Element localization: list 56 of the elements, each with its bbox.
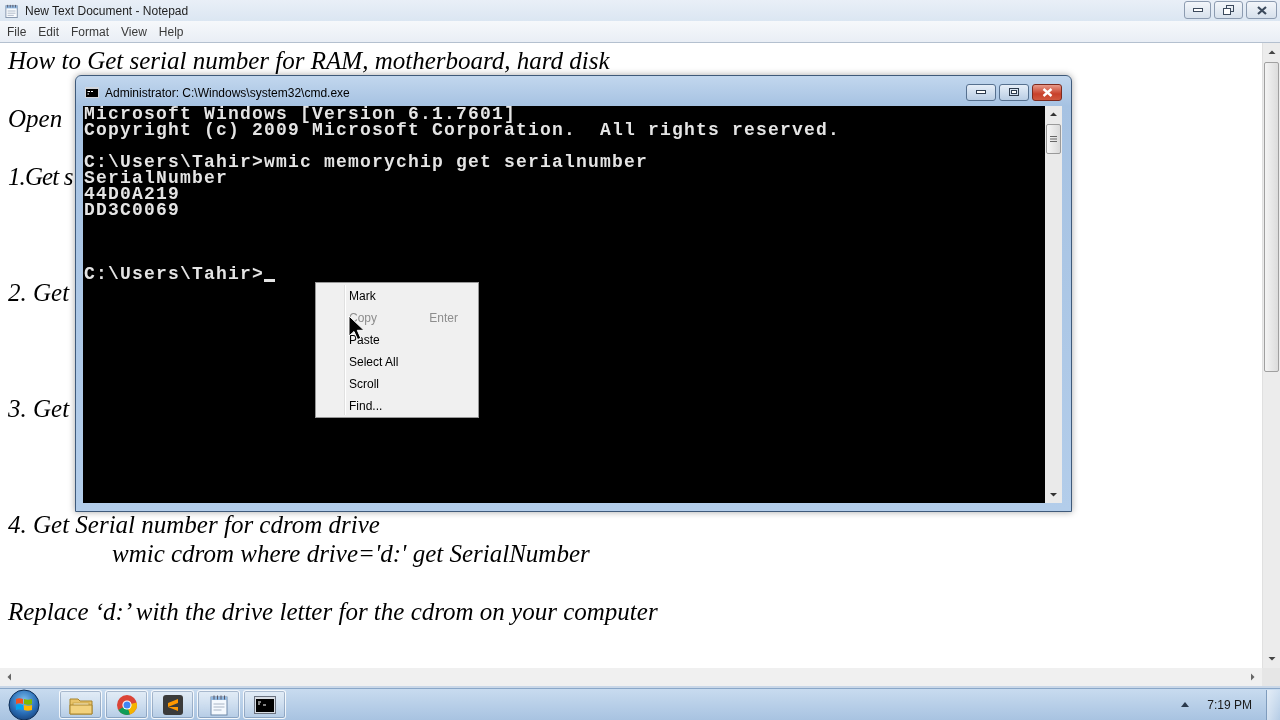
- console-line: SerialNumber: [84, 170, 229, 186]
- scroll-thumb[interactable]: [1046, 124, 1061, 154]
- restore-icon: [1223, 5, 1234, 15]
- console-line: Copyright (c) 2009 Microsoft Corporation. All rights reserved.: [84, 122, 841, 138]
- menu-item[interactable]: View: [115, 22, 153, 41]
- menu-item[interactable]: Format: [65, 22, 116, 41]
- command-text: wmic cdrom where drive='d:' get SerialNumber: [112, 541, 590, 566]
- clock[interactable]: 7:19 PM: [1207, 697, 1252, 712]
- vertical-scrollbar[interactable]: [1045, 106, 1062, 503]
- close-icon: [1041, 87, 1053, 97]
- minimize-button[interactable]: [966, 83, 996, 101]
- restore-button[interactable]: [1214, 1, 1243, 19]
- menu-item[interactable]: Help: [152, 22, 190, 41]
- close-icon: [1256, 5, 1267, 15]
- text-line: 3. Get: [8, 396, 70, 421]
- notepad-icon: [208, 693, 229, 716]
- taskbar-button[interactable]: [243, 690, 286, 719]
- text-line: 4. Get Serial number for cdrom drive: [8, 512, 380, 537]
- menu-item[interactable]: Paste: [318, 329, 476, 351]
- taskbar-button[interactable]: [151, 690, 194, 719]
- console-icon: [85, 87, 99, 98]
- terminal-icon: [253, 695, 276, 714]
- maximize-icon: [1009, 88, 1019, 96]
- minimize-button[interactable]: [1184, 1, 1211, 19]
- ring-logo-icon: [115, 693, 138, 716]
- text-line: 2. Get: [8, 280, 70, 305]
- vertical-scrollbar[interactable]: [1262, 43, 1280, 668]
- console-line: Microsoft Windows [Version 6.1.7601]: [84, 106, 517, 122]
- scrollbar-corner: [1262, 668, 1280, 686]
- text-line: 1.Get s: [8, 164, 73, 189]
- console-line: 44D0A219: [84, 186, 180, 202]
- console-line: C:\Users\Tahir>wmic memorychip get serialnumber: [84, 154, 649, 170]
- text-line: Open: [8, 106, 63, 131]
- menu-item[interactable]: Select All: [318, 351, 476, 373]
- menu-item[interactable]: Mark: [318, 285, 476, 307]
- text-line: How to Get serial number for RAM, motherboard, hard disk: [8, 48, 610, 73]
- grip-icon: [1050, 136, 1057, 142]
- window-title: New Text Document - Notepad: [25, 3, 189, 18]
- app-tile-icon: [161, 693, 184, 716]
- menu-item[interactable]: Edit: [32, 22, 66, 41]
- console-prompt: C:\Users\Tahir>: [84, 266, 265, 282]
- up-triangle-icon[interactable]: [1181, 702, 1190, 707]
- window-title: Administrator: C:\Windows\system32\cmd.exe: [105, 85, 350, 100]
- scroll-thumb[interactable]: [1264, 62, 1279, 372]
- close-button[interactable]: [1246, 1, 1277, 19]
- menu-item[interactable]: Scroll: [318, 373, 476, 395]
- menu-item[interactable]: Find...: [318, 395, 476, 417]
- minimize-icon: [976, 90, 986, 94]
- maximize-button[interactable]: [999, 83, 1029, 101]
- horizontal-scrollbar[interactable]: [0, 668, 1262, 686]
- notepad-icon: [5, 2, 19, 19]
- menu-item[interactable]: File: [1, 22, 33, 41]
- text-line: Replace ‘d:’ with the drive letter for the cdrom on your computer: [8, 599, 658, 624]
- console-line: DD3C0069: [84, 202, 180, 218]
- close-button[interactable]: [1032, 83, 1062, 101]
- minimize-icon: [1192, 8, 1203, 12]
